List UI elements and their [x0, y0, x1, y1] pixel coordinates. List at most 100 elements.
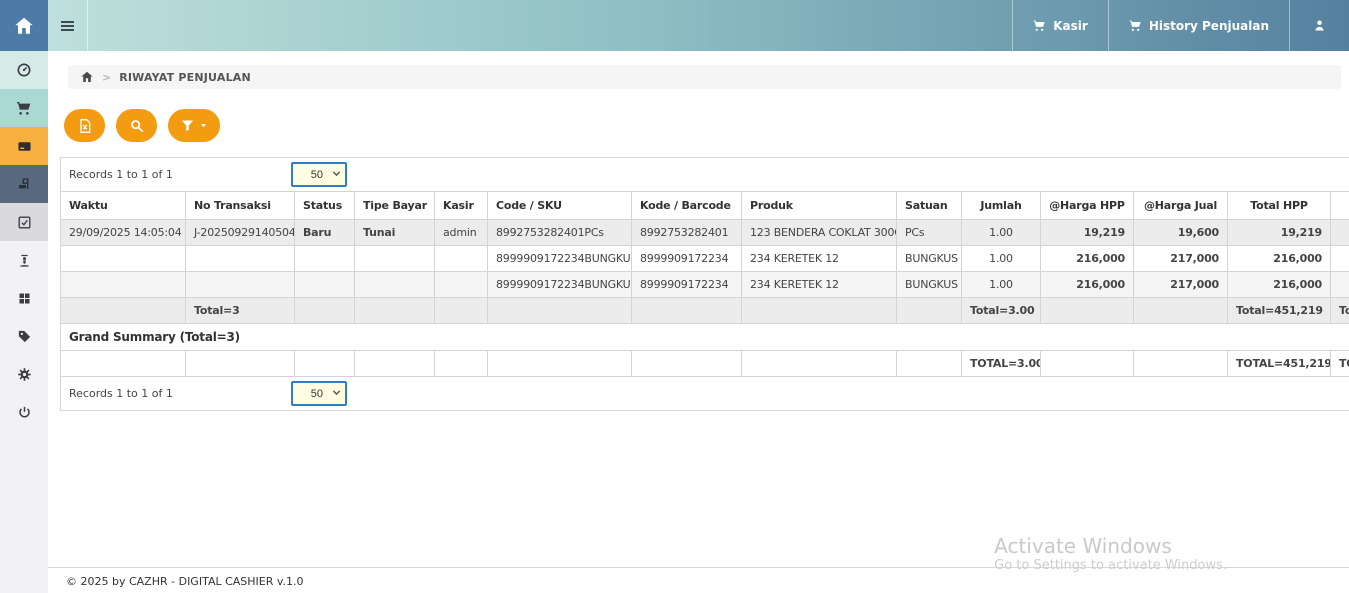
boxes-icon	[17, 291, 32, 306]
cell-tipe-bayar: Tunai	[355, 220, 435, 246]
sidebar-item-produk[interactable]	[0, 279, 48, 317]
power-icon	[17, 405, 32, 420]
search-button[interactable]	[116, 109, 157, 142]
column-header-kasir[interactable]: Kasir	[435, 192, 488, 220]
column-header-jumlah[interactable]: Jumlah	[962, 192, 1041, 220]
sidebar-item-settings[interactable]	[0, 355, 48, 393]
column-header-tipe-bayar[interactable]: Tipe Bayar	[355, 192, 435, 220]
check-square-icon	[17, 215, 32, 230]
cell-harga-hpp: 216,000	[1041, 246, 1134, 272]
sidebar-item-dashboard[interactable]	[0, 51, 48, 89]
table-row: 8999909172234BUNGKUS 8999909172234 234 K…	[61, 246, 1349, 272]
grid-toolbar-bottom: Records 1 to 1 of 1 50	[60, 376, 1349, 411]
page-footer: © 2025 by CAZHR - DIGITAL CASHIER v.1.0	[48, 567, 1349, 593]
action-buttons	[64, 109, 1349, 142]
records-status: Records 1 to 1 of 1	[69, 387, 173, 400]
cell	[435, 351, 488, 377]
column-header-no-transaksi[interactable]: No Transaksi	[186, 192, 295, 220]
sidebar-item-transaksi[interactable]	[0, 165, 48, 203]
main-content: > RIWAYAT PENJUALAN Records 1 to 1 of 1	[48, 51, 1349, 593]
cell	[1134, 351, 1228, 377]
home-icon	[80, 70, 94, 84]
nav-item-kasir[interactable]: Kasir	[1012, 0, 1108, 51]
column-header-total-hpp[interactable]: Total HPP	[1228, 192, 1331, 220]
cell-harga-hpp: 216,000	[1041, 272, 1134, 298]
cell-produk: 123 BENDERA COKLAT 300G	[742, 220, 897, 246]
cell	[1134, 298, 1228, 324]
cell-grand-total-clipped: TOTAL=	[1331, 351, 1349, 377]
column-header-harga-jual[interactable]: @Harga Jual	[1134, 192, 1228, 220]
nav-item-label: Kasir	[1053, 19, 1088, 33]
sales-table: Waktu No Transaksi Status Tipe Bayar Kas…	[60, 191, 1349, 377]
column-header-status[interactable]: Status	[295, 192, 355, 220]
cell-jumlah: 1.00	[962, 272, 1041, 298]
cell-tipe-bayar	[355, 246, 435, 272]
cart-icon	[16, 100, 32, 116]
excel-file-icon	[77, 118, 93, 134]
cell	[897, 298, 962, 324]
sidebar-item-logout[interactable]	[0, 393, 48, 431]
cell-total-count: Total=3	[186, 298, 295, 324]
navbar-main: Kasir History Penjualan	[48, 0, 1349, 51]
cell	[61, 298, 186, 324]
tags-icon	[17, 329, 32, 344]
cell-harga-hpp: 19,219	[1041, 220, 1134, 246]
column-header-harga-hpp[interactable]: @Harga HPP	[1041, 192, 1134, 220]
cell	[355, 351, 435, 377]
cell	[295, 298, 355, 324]
cash-register-icon	[16, 176, 32, 192]
user-icon	[1312, 18, 1327, 33]
nav-item-user-menu[interactable]	[1289, 0, 1349, 51]
watermark-line1: Activate Windows	[994, 534, 1227, 558]
sidebar-item-kasir[interactable]	[0, 89, 48, 127]
sidebar-item-harga[interactable]	[0, 317, 48, 355]
column-header-kode-barcode[interactable]: Kode / Barcode	[632, 192, 742, 220]
cell-produk: 234 KERETEK 12	[742, 272, 897, 298]
page-size-select[interactable]: 50	[291, 162, 347, 187]
cell-harga-jual: 19,600	[1134, 220, 1228, 246]
cell-status: Baru	[295, 220, 355, 246]
column-header-produk[interactable]: Produk	[742, 192, 897, 220]
cell	[742, 351, 897, 377]
cell-grand-total-hpp: TOTAL=451,219	[1228, 351, 1331, 377]
sidebar-toggle-button[interactable]	[48, 0, 88, 51]
column-header-clipped[interactable]	[1331, 192, 1349, 220]
column-header-satuan[interactable]: Satuan	[897, 192, 962, 220]
search-icon	[129, 118, 145, 134]
filter-dropdown-button[interactable]	[168, 109, 220, 142]
sidebar-item-stok[interactable]	[0, 241, 48, 279]
sidebar-item-approval[interactable]	[0, 203, 48, 241]
breadcrumb-home-link[interactable]	[80, 70, 94, 84]
top-navbar: Kasir History Penjualan	[0, 0, 1349, 51]
sidebar-item-history-penjualan[interactable]	[0, 127, 48, 165]
cell	[435, 298, 488, 324]
cell-total-hpp: 216,000	[1228, 246, 1331, 272]
cell	[186, 351, 295, 377]
nav-item-history-penjualan[interactable]: History Penjualan	[1108, 0, 1289, 51]
cell-clipped	[1331, 220, 1349, 246]
gear-icon	[17, 367, 32, 382]
page-size-select[interactable]: 50	[291, 381, 347, 406]
cell-status	[295, 272, 355, 298]
cell-satuan: PCs	[897, 220, 962, 246]
export-excel-button[interactable]	[64, 109, 105, 142]
caret-down-icon	[199, 121, 208, 130]
cell-no-transaksi	[186, 246, 295, 272]
table-header-row: Waktu No Transaksi Status Tipe Bayar Kas…	[61, 192, 1349, 220]
column-header-waktu[interactable]: Waktu	[61, 192, 186, 220]
brand-home-button[interactable]	[0, 0, 48, 51]
cell-total-hpp: 216,000	[1228, 272, 1331, 298]
grand-summary-label-row: Grand Summary (Total=3)	[61, 324, 1349, 351]
gauge-icon	[16, 62, 32, 78]
pos-terminal-icon	[16, 138, 33, 155]
cell-kode-barcode: 8999909172234	[632, 246, 742, 272]
breadcrumb-separator: >	[102, 71, 111, 84]
home-icon	[13, 15, 35, 37]
cell-kode-barcode: 8999909172234	[632, 272, 742, 298]
cell-kasir: admin	[435, 220, 488, 246]
subtotal-row: Total=3 Total=3.00 Total=451,219 Total=	[61, 298, 1349, 324]
cell	[355, 298, 435, 324]
column-header-code-sku[interactable]: Code / SKU	[488, 192, 632, 220]
copyright-text: © 2025 by CAZHR - DIGITAL CASHIER v.1.0	[66, 575, 304, 588]
cell-kode-barcode: 8992753282401	[632, 220, 742, 246]
